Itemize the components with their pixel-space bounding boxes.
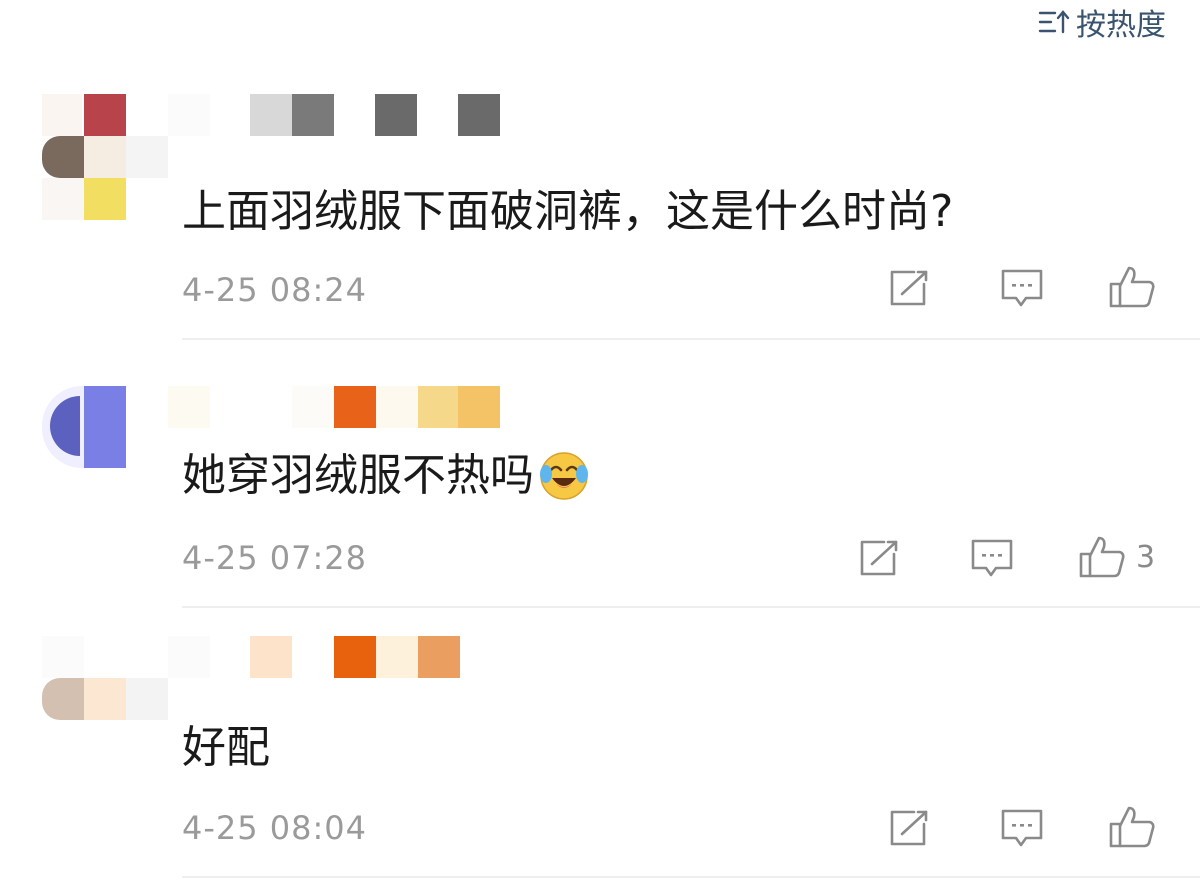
like-button[interactable] xyxy=(1108,804,1166,850)
edit-button[interactable] xyxy=(858,538,902,578)
comment-text: 好配 xyxy=(182,722,270,773)
comment-timestamp: 4-25 08:04 xyxy=(182,809,368,847)
comment-item: 她穿羽绒服不热吗 4-25 07:28 3 xyxy=(0,340,1200,608)
like-button[interactable]: 3 xyxy=(1078,534,1155,580)
edit-icon xyxy=(888,808,932,848)
comment-icon xyxy=(1000,268,1044,310)
comment-item: 上面羽绒服下面破洞裤，这是什么时尚? 4-25 08:24 xyxy=(0,0,1200,340)
comment-item: 好配 4-25 08:04 xyxy=(0,608,1200,886)
comment-text: 上面羽绒服下面破洞裤，这是什么时尚? xyxy=(182,186,954,237)
comment-timestamp: 4-25 07:28 xyxy=(182,539,368,577)
comment-icon xyxy=(970,538,1014,580)
divider xyxy=(182,876,1200,878)
thumbs-up-icon xyxy=(1108,264,1156,310)
like-count: 3 xyxy=(1136,539,1156,575)
reply-button[interactable] xyxy=(1000,268,1044,310)
comment-text: 她穿羽绒服不热吗 xyxy=(182,450,534,501)
comment-timestamp: 4-25 08:24 xyxy=(182,271,368,309)
thumbs-up-icon xyxy=(1108,804,1156,850)
edit-icon xyxy=(888,268,932,308)
comment-text-row: 她穿羽绒服不热吗 xyxy=(182,448,590,504)
like-button[interactable] xyxy=(1108,264,1166,310)
censored-avatar-and-username xyxy=(0,0,520,220)
edit-button[interactable] xyxy=(888,808,932,848)
comment-icon xyxy=(1000,808,1044,850)
reply-button[interactable] xyxy=(1000,808,1044,850)
edit-button[interactable] xyxy=(888,268,932,308)
thumbs-up-icon xyxy=(1078,534,1126,580)
reply-button[interactable] xyxy=(970,538,1014,580)
edit-icon xyxy=(858,538,902,578)
laughing-crying-emoji xyxy=(538,450,590,502)
